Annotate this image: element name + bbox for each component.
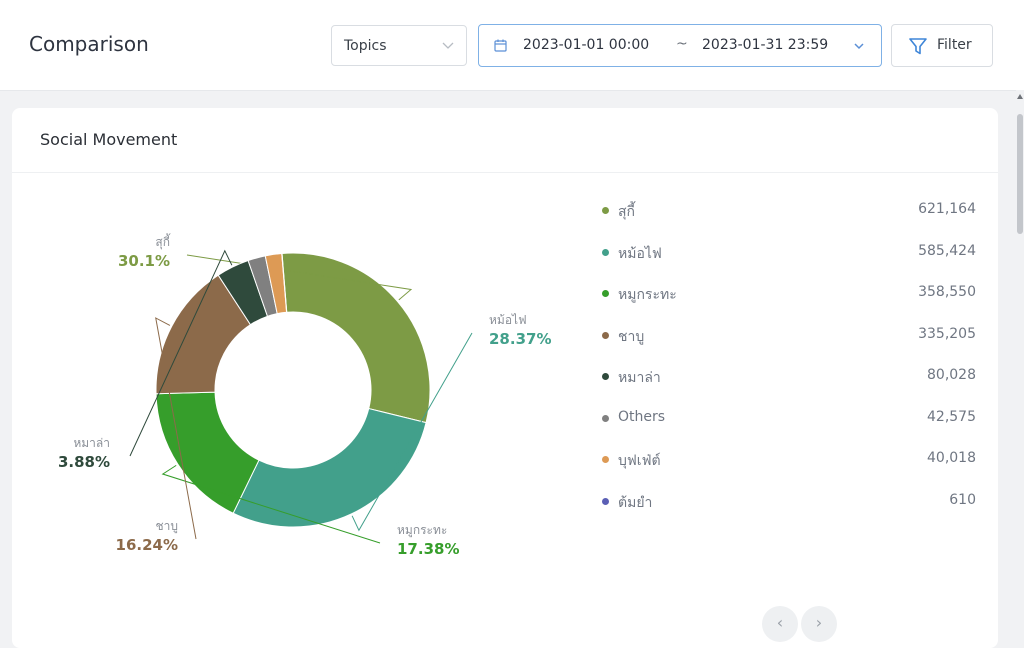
legend-dot-icon: [602, 414, 609, 422]
date-range-picker[interactable]: 2023-01-01 00:00 ~ 2023-01-31 23:59: [478, 24, 882, 67]
slice-label: สุกี้: [155, 233, 171, 250]
legend-item[interactable]: บุฟเฟ่ต์ 40,018: [602, 449, 976, 471]
filter-icon: [909, 38, 927, 55]
legend-dot-icon: [602, 248, 609, 256]
page-title: Comparison: [29, 32, 149, 56]
legend-item[interactable]: หมาล่า 80,028: [602, 366, 976, 388]
slice-label: ชาบู: [156, 519, 179, 534]
pager-next-button[interactable]: ›: [801, 606, 837, 642]
legend-item[interactable]: ชาบู 335,205: [602, 325, 976, 347]
scrollbar[interactable]: [1016, 90, 1024, 632]
chevron-down-icon: [854, 43, 864, 50]
slice-label: หม้อไฟ: [489, 313, 527, 327]
slice-percent-label: 16.24%: [116, 536, 178, 554]
chevron-left-icon: ‹: [776, 613, 784, 632]
slice-percent-label: 3.88%: [58, 453, 110, 471]
legend-item[interactable]: ต้มยำ 610: [602, 491, 976, 513]
legend-label: บุฟเฟ่ต์: [618, 453, 661, 469]
date-range-separator: ~: [676, 36, 688, 52]
legend-label: สุกี้: [618, 204, 636, 220]
slice-percent-label: 30.1%: [118, 252, 170, 270]
legend-dot-icon: [602, 456, 609, 463]
legend-dot-icon: [602, 290, 609, 297]
legend-value: 358,550: [918, 284, 976, 300]
legend-value: 80,028: [927, 367, 976, 383]
legend-label: ต้มยำ: [618, 494, 653, 511]
slice-percent-label: 17.38%: [397, 540, 459, 558]
topics-select-value: Topics: [344, 37, 387, 54]
pager-prev-button[interactable]: ‹: [762, 606, 798, 642]
legend-value: 42,575: [927, 408, 976, 425]
legend-item[interactable]: สุกี้ 621,164: [602, 200, 976, 222]
date-range-start[interactable]: 2023-01-01 00:00: [523, 37, 649, 53]
donut-slice[interactable]: [281, 252, 431, 424]
chevron-right-icon: ›: [815, 613, 823, 632]
legend-value: 621,164: [918, 201, 976, 217]
scrollbar-thumb[interactable]: [1017, 114, 1023, 234]
filter-button[interactable]: Filter: [891, 24, 993, 67]
legend-label: Others: [618, 408, 666, 425]
donut-slice[interactable]: [232, 407, 427, 528]
filter-label: Filter: [937, 37, 972, 53]
legend-dot-icon: [602, 373, 609, 380]
legend-value: 585,424: [918, 242, 976, 259]
calendar-icon: [494, 39, 507, 52]
slice-label: หมูกระทะ: [397, 523, 447, 538]
legend-dot-icon: [602, 497, 609, 505]
legend-item[interactable]: หม้อไฟ 585,424: [602, 242, 976, 264]
date-range-end[interactable]: 2023-01-31 23:59: [702, 37, 828, 53]
legend-label: หมาล่า: [618, 370, 661, 386]
social-movement-card: Social Movement สุกี้ 30.1% หม้อไฟ 28.37% หม…: [12, 108, 998, 648]
legend-value: 40,018: [927, 450, 976, 466]
legend-value: 335,205: [918, 325, 976, 342]
legend-label: ชาบู: [618, 328, 645, 345]
legend-dot-icon: [602, 207, 609, 214]
slice-percent-label: 28.37%: [489, 330, 551, 348]
legend-label: หมูกระทะ: [618, 287, 677, 303]
chevron-down-icon: [442, 42, 454, 49]
donut-chart: สุกี้ 30.1% หม้อไฟ 28.37% หมูกระทะ 17.38% ชาบู…: [58, 233, 552, 558]
legend-label: หม้อไฟ: [618, 245, 662, 262]
legend-value: 610: [949, 491, 976, 508]
legend-item[interactable]: Others 42,575: [602, 408, 976, 430]
page-header: Comparison Topics 2023-01-01 00:00 ~ 202…: [0, 0, 1024, 91]
scroll-up-arrow-icon[interactable]: [1017, 94, 1023, 99]
slice-label: หมาล่า: [73, 436, 110, 450]
legend-item[interactable]: หมูกระทะ 358,550: [602, 283, 976, 305]
topics-select[interactable]: Topics: [331, 25, 467, 66]
legend-dot-icon: [602, 331, 609, 339]
